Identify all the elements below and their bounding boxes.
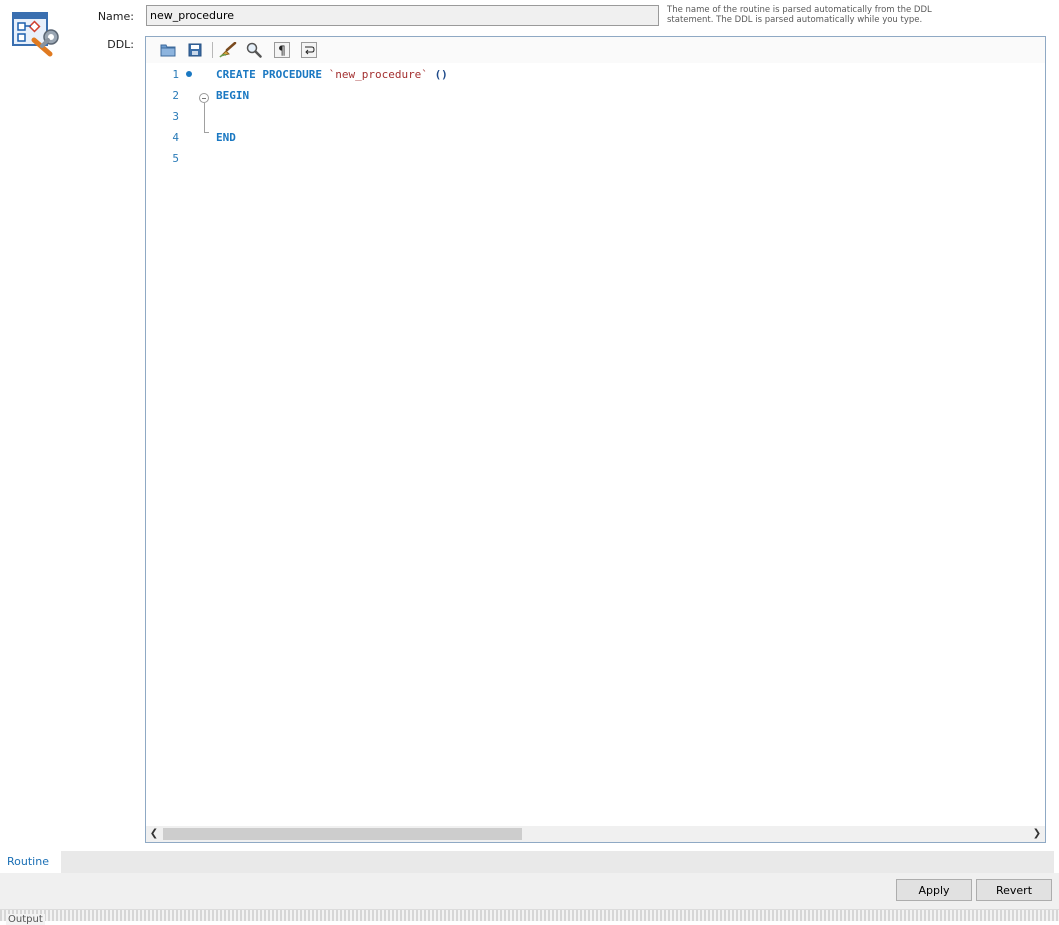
line-number: 2 bbox=[172, 89, 179, 102]
code-line-1: CREATE PROCEDURE `new_procedure` () bbox=[216, 68, 448, 81]
code-area[interactable]: 1 2 3 4 5 CREATE PROCEDURE `new_procedur… bbox=[146, 65, 1045, 826]
keyword: END bbox=[216, 131, 236, 144]
tab-routine[interactable]: Routine bbox=[0, 851, 61, 873]
action-bar: Apply Revert bbox=[0, 873, 1059, 909]
fold-guide-end bbox=[204, 132, 209, 133]
save-icon[interactable] bbox=[186, 42, 204, 58]
ddl-editor[interactable]: ¶ 1 2 3 4 5 CREATE PROCEDURE `new_proced… bbox=[145, 36, 1046, 843]
name-hint-text: The name of the routine is parsed automa… bbox=[667, 5, 932, 25]
apply-button[interactable]: Apply bbox=[896, 879, 972, 901]
routine-name-input[interactable] bbox=[146, 5, 659, 26]
svg-text:¶: ¶ bbox=[278, 44, 286, 58]
horizontal-scrollbar[interactable]: ❮ ❯ bbox=[146, 826, 1045, 842]
editor-toolbar: ¶ bbox=[146, 37, 1045, 63]
scrollbar-thumb[interactable] bbox=[163, 828, 522, 840]
current-line-marker bbox=[186, 71, 192, 77]
output-label: Output bbox=[6, 914, 45, 925]
code-line-2: BEGIN bbox=[216, 89, 249, 102]
fold-guide bbox=[204, 103, 205, 132]
ddl-label: DDL: bbox=[107, 38, 134, 51]
keyword: BEGIN bbox=[216, 89, 250, 102]
routine-identifier: `new_procedure` bbox=[328, 68, 428, 81]
scroll-left-icon[interactable]: ❮ bbox=[146, 826, 162, 842]
beautify-brush-icon[interactable] bbox=[219, 42, 237, 58]
open-folder-icon[interactable] bbox=[159, 42, 177, 58]
line-number: 3 bbox=[172, 110, 179, 123]
output-panel-header[interactable]: Output bbox=[0, 909, 1059, 925]
line-number: 5 bbox=[172, 152, 179, 165]
editor-tab-bar: Routine bbox=[0, 851, 1054, 873]
fold-toggle-icon[interactable] bbox=[199, 93, 209, 103]
name-label: Name: bbox=[97, 10, 134, 23]
parameter-parens: () bbox=[434, 68, 448, 81]
word-wrap-icon[interactable] bbox=[300, 42, 318, 58]
keyword: CREATE PROCEDURE bbox=[216, 68, 322, 81]
scroll-right-icon[interactable]: ❯ bbox=[1029, 826, 1045, 842]
revert-button[interactable]: Revert bbox=[976, 879, 1052, 901]
code-line-4: END bbox=[216, 131, 236, 144]
pilcrow-icon[interactable]: ¶ bbox=[273, 42, 291, 58]
line-number: 1 bbox=[172, 68, 179, 81]
toolbar-separator bbox=[212, 42, 213, 58]
find-icon[interactable] bbox=[245, 42, 263, 58]
line-number: 4 bbox=[172, 131, 179, 144]
